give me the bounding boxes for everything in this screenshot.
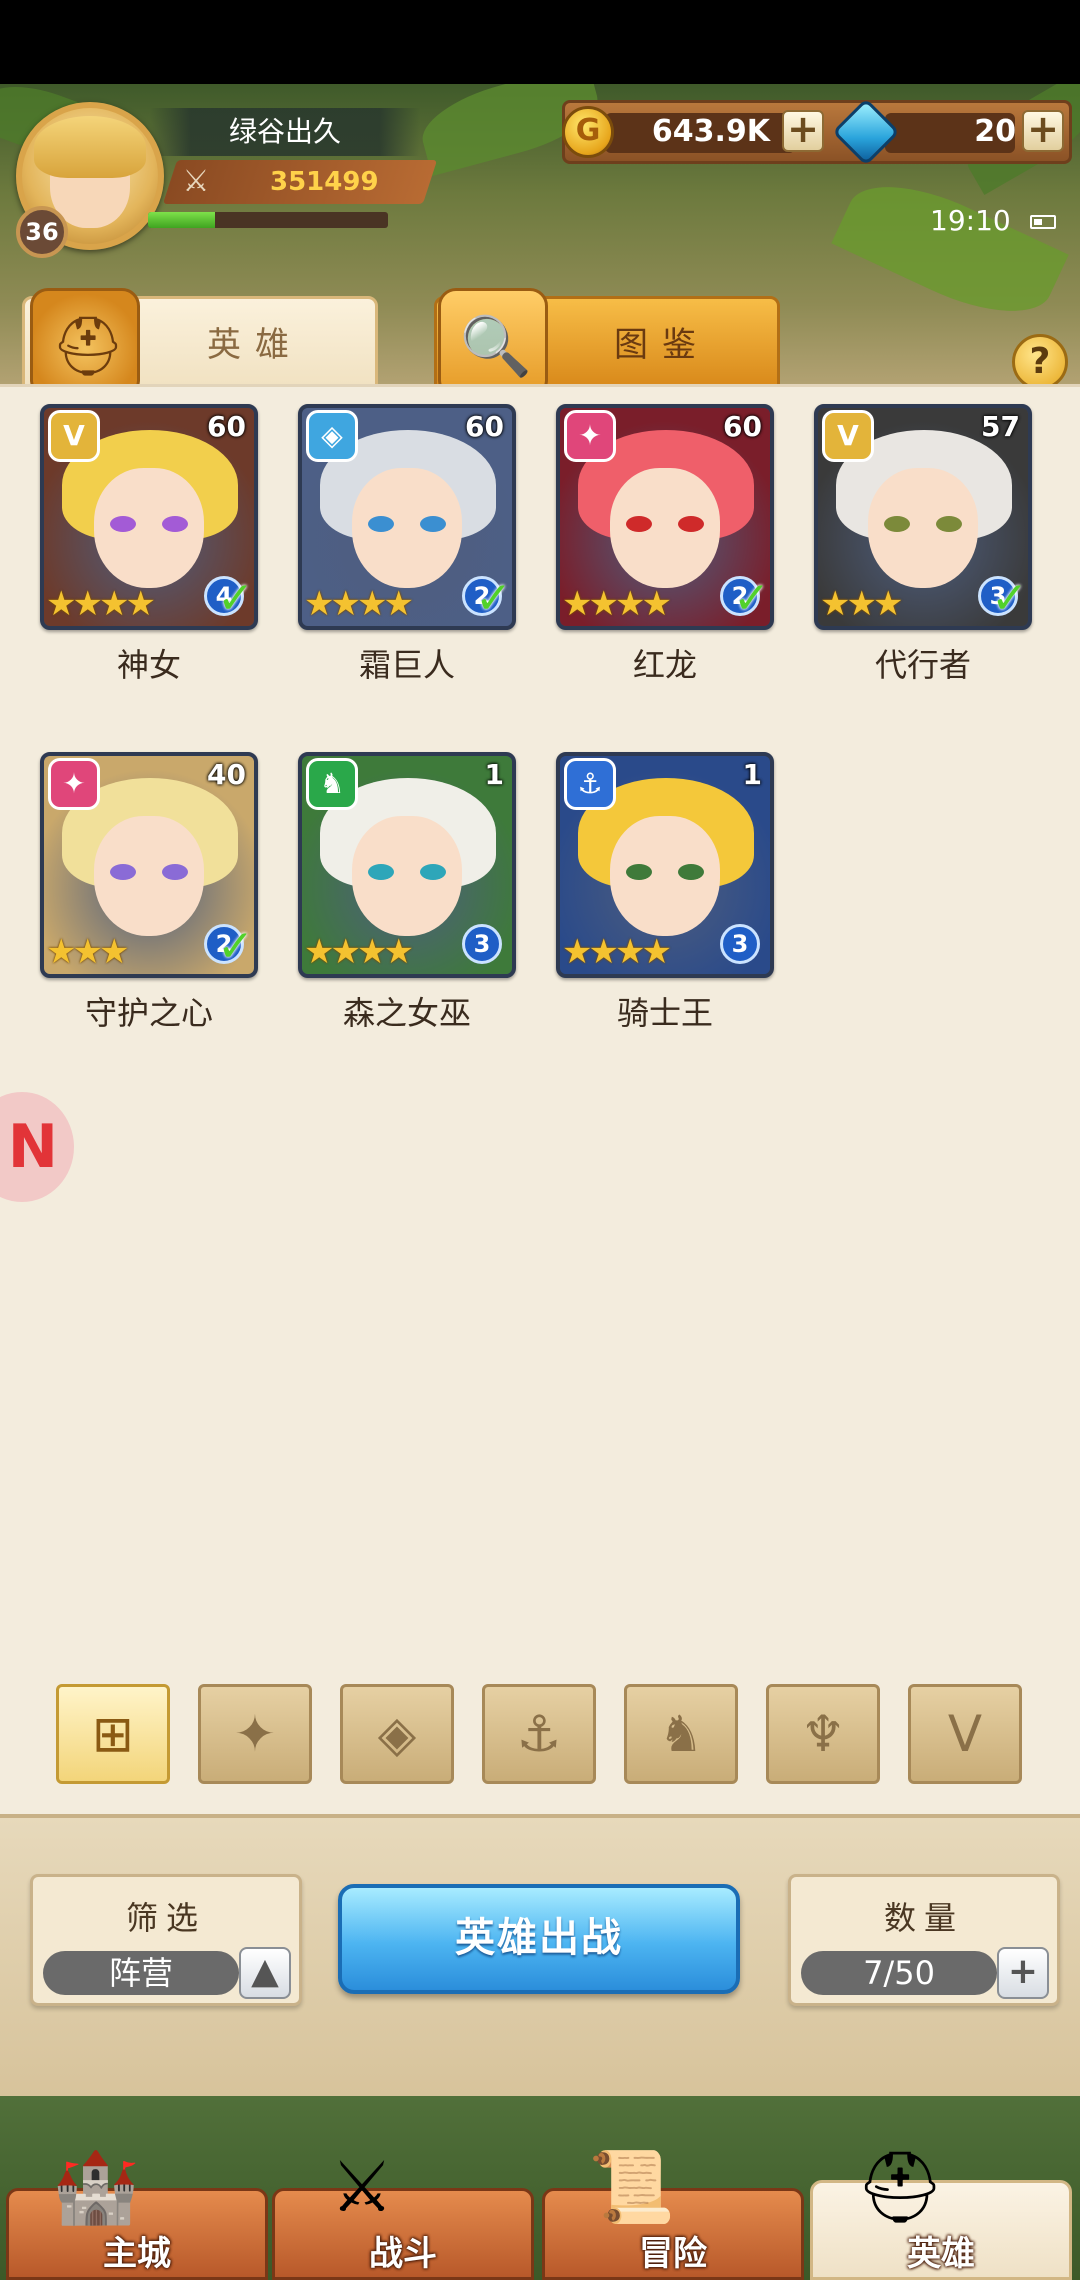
magnifier-book-icon: 🔍 bbox=[438, 288, 548, 398]
hero-level: 60 bbox=[465, 410, 504, 443]
hero-name: 森之女巫 bbox=[342, 994, 471, 1032]
hero-stars: ★★★★ bbox=[46, 584, 156, 624]
hero-name: 骑士王 bbox=[616, 994, 713, 1032]
hero-card[interactable]: ✦ 40 ★★★ 2 ✓ bbox=[40, 752, 258, 978]
player-power: 351499 bbox=[270, 167, 379, 197]
deployed-check-icon: ✓ bbox=[217, 573, 254, 624]
claw-icon: V bbox=[822, 410, 874, 462]
filter-value[interactable]: 阵营 bbox=[43, 1951, 239, 1995]
deployed-check-icon: ✓ bbox=[475, 573, 512, 624]
add-gems-button[interactable]: + bbox=[1022, 110, 1064, 152]
hero-level: 60 bbox=[723, 410, 762, 443]
gold-amount: 643.9K bbox=[651, 114, 770, 149]
hero-stars: ★★★ bbox=[46, 932, 129, 972]
help-button[interactable]: ? bbox=[1012, 334, 1068, 390]
flame-icon: ✦ bbox=[48, 758, 100, 810]
hero-stars: ★★★★ bbox=[562, 932, 672, 972]
hero-level: 40 bbox=[207, 758, 246, 791]
hero-card[interactable]: ✦ 60 ★★★★ 2 ✓ bbox=[556, 404, 774, 630]
player-level-badge: 36 bbox=[16, 206, 68, 258]
hero-level: 1 bbox=[484, 758, 504, 791]
claw-icon: V bbox=[48, 410, 100, 462]
hero-stars: ★★★ bbox=[820, 584, 903, 624]
clock: 19:10 bbox=[930, 204, 1011, 237]
filter-anchor-icon[interactable]: ⚓ bbox=[482, 1684, 596, 1784]
xp-bar bbox=[148, 212, 388, 228]
filter-flame-icon[interactable]: ✦ bbox=[198, 1684, 312, 1784]
helmet-icon: ⛑ bbox=[855, 2146, 945, 2228]
hero-card[interactable]: ♞ 1 ★★★★ 3 bbox=[298, 752, 516, 978]
castle-icon: 🏰 bbox=[52, 2146, 140, 2228]
hero-card[interactable]: V 57 ★★★ 3 ✓ bbox=[814, 404, 1032, 630]
expand-slots-button[interactable]: + bbox=[997, 1947, 1049, 1999]
hero-card[interactable]: ⚓ 1 ★★★★ 3 bbox=[556, 752, 774, 978]
hero-stars: ★★★★ bbox=[562, 584, 672, 624]
hero-card[interactable]: V 60 ★★★★ 4 ✓ bbox=[40, 404, 258, 630]
xp-bar-fill bbox=[148, 212, 216, 228]
crossed-swords-icon: ⚔ bbox=[330, 2146, 394, 2228]
hero-copies-badge: 3 bbox=[462, 924, 502, 964]
filter-claw-icon[interactable]: V bbox=[908, 1684, 1022, 1784]
filter-diamond-icon[interactable]: ◈ bbox=[340, 1684, 454, 1784]
hero-level: 60 bbox=[207, 410, 246, 443]
deployed-check-icon: ✓ bbox=[217, 921, 254, 972]
hero-count-panel: 数量 7/50 + bbox=[788, 1874, 1060, 2006]
hero-copies-badge: 3 bbox=[720, 924, 760, 964]
flame-icon: ✦ bbox=[564, 410, 616, 462]
battery-icon bbox=[1030, 215, 1056, 229]
scroll-icon: 📜 bbox=[588, 2146, 676, 2228]
knight-helmet-icon: ⛑ bbox=[30, 288, 140, 398]
filter-toggle-button[interactable]: ▲ bbox=[239, 1947, 291, 1999]
hero-level: 1 bbox=[742, 758, 762, 791]
filter-demon-icon[interactable]: ♆ bbox=[766, 1684, 880, 1784]
beast-icon: ♞ bbox=[306, 758, 358, 810]
hero-name: 霜巨人 bbox=[358, 646, 455, 684]
deployed-check-icon: ✓ bbox=[733, 573, 770, 624]
crossed-swords-icon: ⚔ bbox=[182, 164, 210, 199]
player-name: 绿谷出久 bbox=[150, 108, 420, 156]
gem-amount: 20 bbox=[974, 114, 1016, 149]
hero-level: 57 bbox=[981, 410, 1020, 443]
hero-name: 神女 bbox=[116, 646, 181, 684]
hero-count-value: 7/50 bbox=[801, 1951, 997, 1995]
hero-stars: ★★★★ bbox=[304, 584, 414, 624]
system-status-bar bbox=[0, 0, 1080, 84]
add-gold-button[interactable]: + bbox=[782, 110, 824, 152]
hero-stars: ★★★★ bbox=[304, 932, 414, 972]
count-title: 数量 bbox=[883, 1899, 964, 1937]
hero-name: 代行者 bbox=[874, 646, 971, 684]
deployed-check-icon: ✓ bbox=[991, 573, 1028, 624]
diamond-icon: ◈ bbox=[306, 410, 358, 462]
filter-beast-icon[interactable]: ♞ bbox=[624, 1684, 738, 1784]
anchor-icon: ⚓ bbox=[564, 758, 616, 810]
deploy-heroes-button[interactable]: 英雄出战 bbox=[338, 1884, 740, 1994]
gold-coin-icon: G bbox=[562, 106, 614, 158]
hero-name: 红龙 bbox=[632, 646, 697, 684]
hero-card[interactable]: ◈ 60 ★★★★ 2 ✓ bbox=[298, 404, 516, 630]
filter-all-icon[interactable]: ⊞ bbox=[56, 1684, 170, 1784]
filter-panel: 筛选 阵营 ▲ bbox=[30, 1874, 302, 2006]
hero-name: 守护之心 bbox=[84, 994, 213, 1032]
filter-title: 筛选 bbox=[125, 1899, 206, 1937]
